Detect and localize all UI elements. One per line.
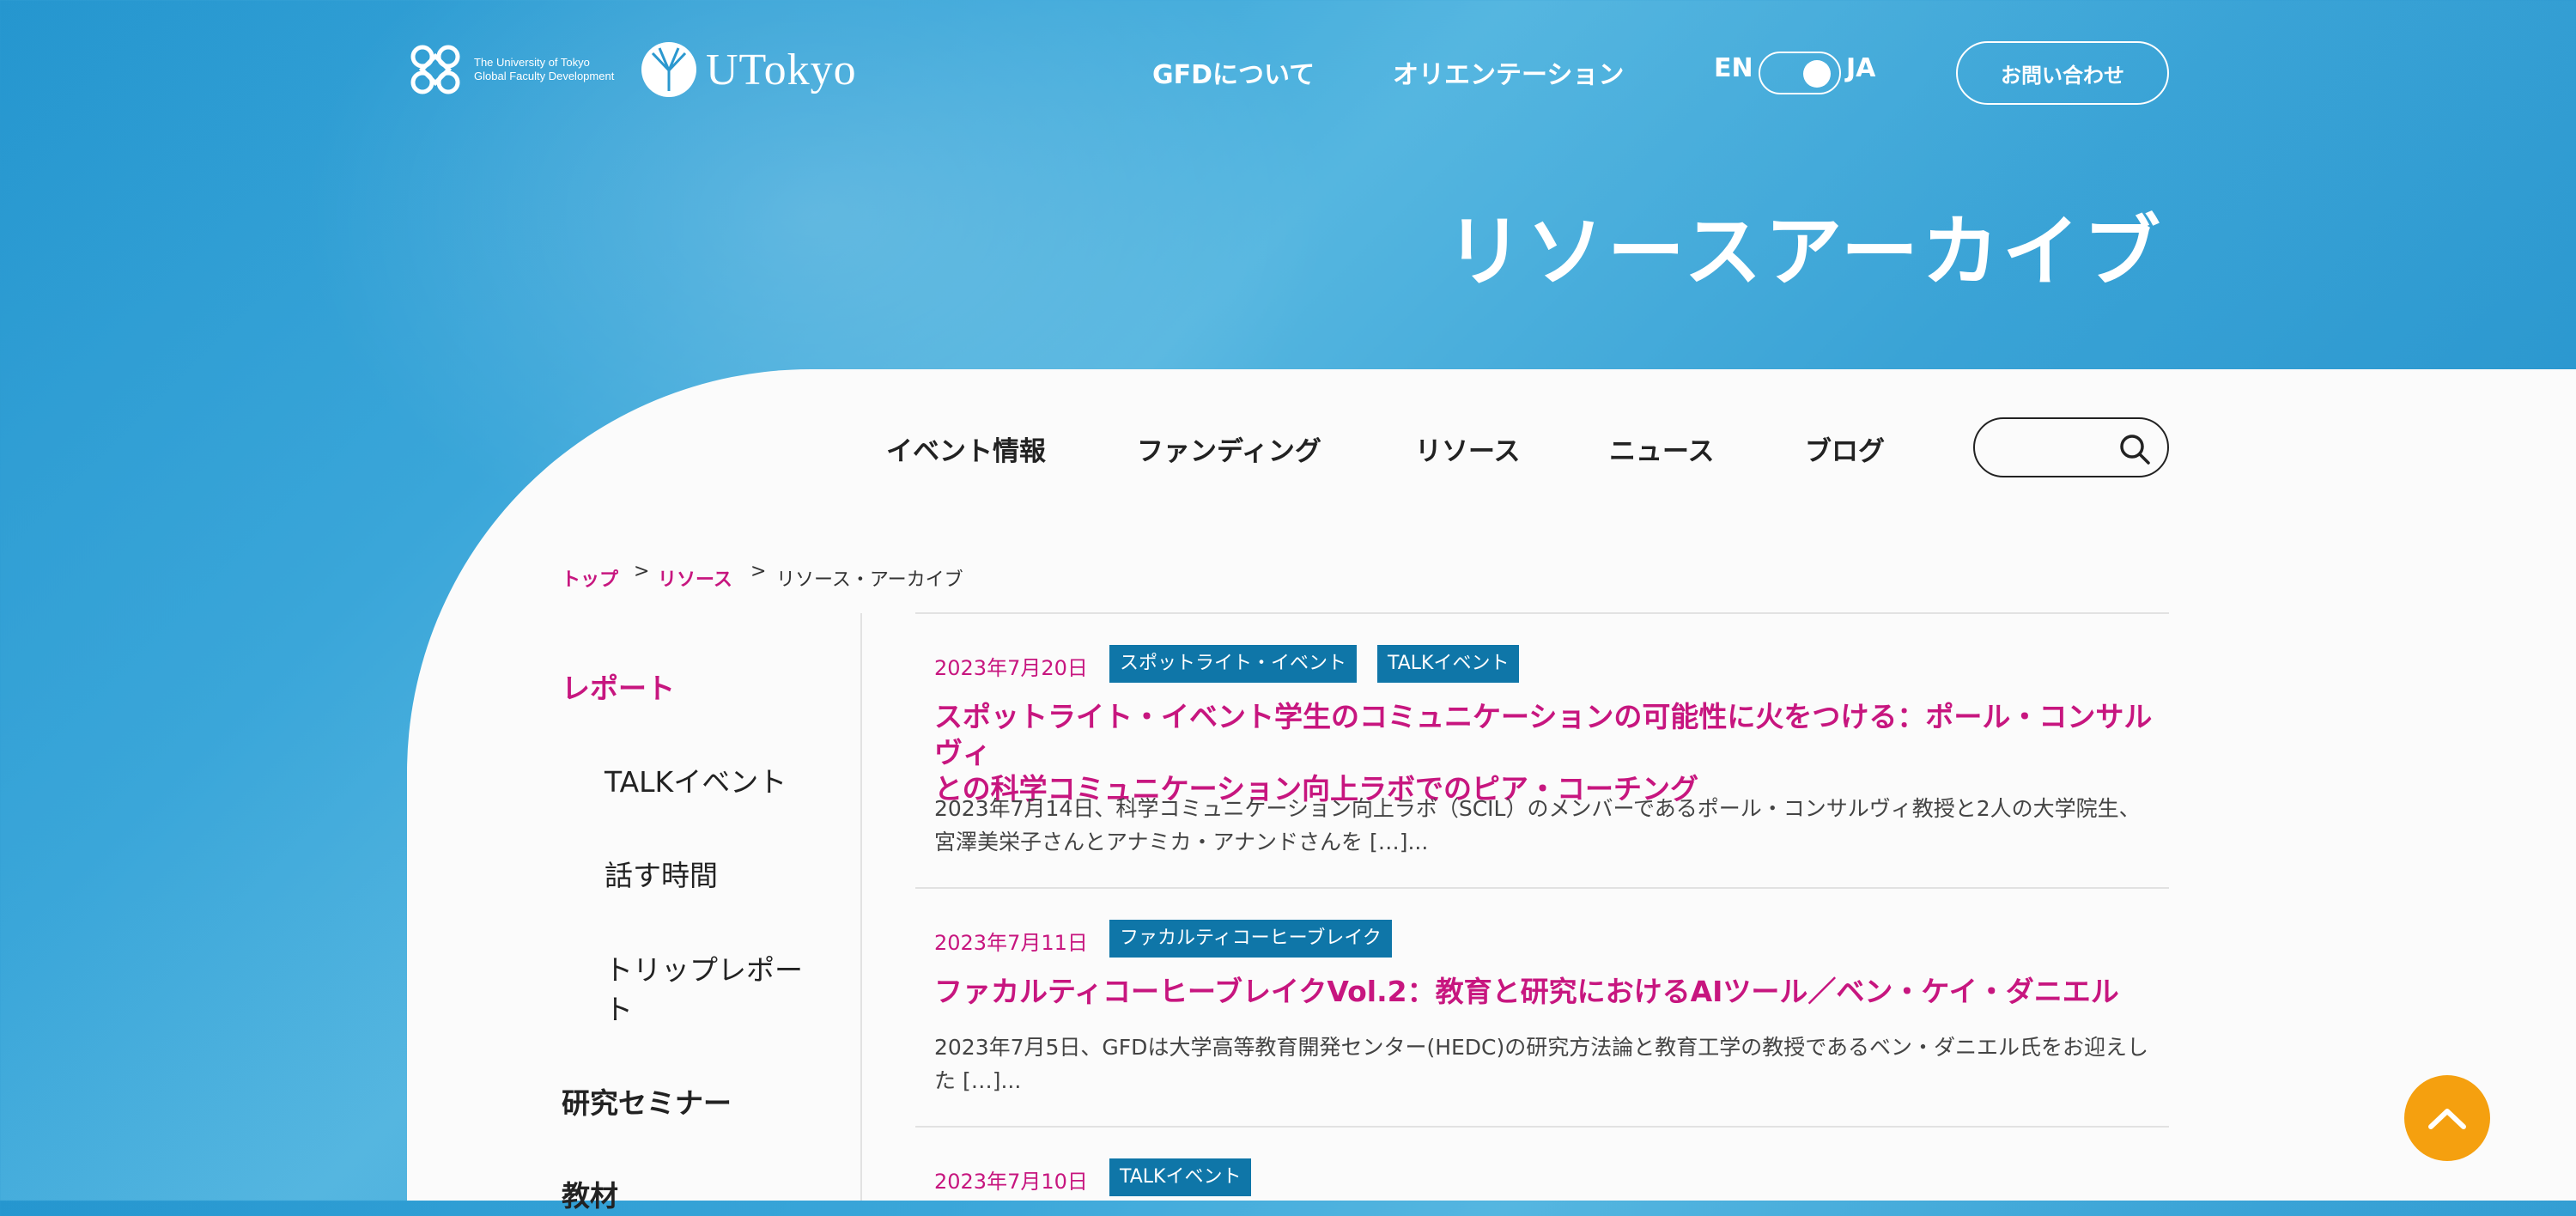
post-excerpt-line: 2023年7月5日、GFDは大学高等教育開発センター(HEDC)の研究方法論と教… [934, 1035, 2148, 1060]
lang-ja[interactable]: JA [1846, 53, 1875, 83]
post-excerpt: 2023年7月14日、科学コミュニケーション向上ラボ（SCIL）のメンバーである… [934, 792, 2171, 859]
search-input[interactable] [1973, 417, 2169, 477]
post-excerpt-line: 2023年7月14日、科学コミュニケーション向上ラボ（SCIL）のメンバーである… [934, 796, 2141, 821]
breadcrumb-separator: > [750, 561, 767, 582]
post-date: 2023年7月20日 [934, 656, 1088, 680]
post-title-line: ファカルティコーヒーブレイクVol.2：教育と研究におけるAIツール／ベン・ケイ… [934, 975, 2119, 1008]
breadcrumb-item: リソース [658, 564, 732, 592]
search-icon[interactable] [2117, 432, 2152, 466]
language-toggle-knob [1803, 60, 1831, 88]
utokyo-logo[interactable]: UTokyo [641, 41, 857, 98]
sidebar-item-trip-report[interactable]: トリップレポート [605, 951, 811, 1030]
mainnav-blog[interactable]: ブログ [1805, 429, 1885, 468]
mainnav-news[interactable]: ニュース [1609, 429, 1714, 468]
gfd-logo-icon [410, 45, 460, 94]
gfd-logo-line2: Global Faculty Development [474, 70, 615, 82]
list-divider [915, 887, 2169, 889]
post-tag[interactable]: TALKイベント [1377, 645, 1520, 683]
post-excerpt: 2023年7月5日、GFDは大学高等教育開発センター(HEDC)の研究方法論と教… [934, 1031, 2171, 1097]
post-excerpt-line: た […]... [934, 1068, 1022, 1093]
post-excerpt-line: 宮澤美栄子さんとアナミカ・アナンドさんを […]... [934, 830, 1429, 854]
breadcrumb-resources[interactable]: リソース [658, 569, 732, 591]
list-divider [915, 1126, 2169, 1128]
sidebar-item-report[interactable]: レポート [562, 669, 675, 708]
list-divider [915, 612, 2169, 614]
post-title-line: スポットライト・イベント学生のコミュニケーションの可能性に火をつける：ポール・コ… [934, 700, 2153, 769]
post-date: 2023年7月10日 [934, 1170, 1088, 1194]
back-to-top-button[interactable] [2404, 1075, 2490, 1161]
topnav-about-gfd[interactable]: GFDについて [1152, 53, 1315, 91]
contact-button[interactable]: お問い合わせ [1956, 41, 2169, 105]
post-title[interactable]: ファカルティコーヒーブレイクVol.2：教育と研究におけるAIツール／ベン・ケイ… [934, 974, 2171, 1010]
post-tag[interactable]: ファカルティコーヒーブレイク [1109, 920, 1392, 958]
sidebar-item-materials[interactable]: 教材 [562, 1176, 618, 1216]
mainnav-resources[interactable]: リソース [1415, 429, 1520, 468]
post-tag[interactable]: TALKイベント [1109, 1158, 1252, 1196]
post-date: 2023年7月11日 [934, 931, 1088, 955]
breadcrumb-top[interactable]: トップ [562, 569, 618, 591]
topnav-orientation[interactable]: オリエンテーション [1393, 53, 1624, 91]
breadcrumb: トップ [562, 564, 618, 592]
sidebar-divider [860, 613, 862, 1201]
gfd-logo-line1: The University of Tokyo [474, 56, 590, 69]
sidebar-item-talking-time[interactable]: 話す時間 [605, 856, 718, 896]
gfd-logo[interactable]: The University of Tokyo Global Faculty D… [407, 41, 614, 98]
breadcrumb-separator: > [634, 561, 650, 582]
page-title: リソースアーカイブ [1445, 207, 2164, 297]
language-toggle[interactable] [1759, 52, 1841, 94]
utokyo-wordmark: UTokyo [706, 45, 857, 94]
mainnav-funding[interactable]: ファンディング [1137, 429, 1321, 468]
sidebar-item-talk-events[interactable]: TALKイベント [605, 763, 787, 802]
breadcrumb-current: リソース・アーカイブ [776, 569, 963, 591]
chevron-up-icon [2428, 1109, 2466, 1129]
post-tag[interactable]: スポットライト・イベント [1109, 645, 1358, 683]
ginkgo-leaf-icon [641, 42, 696, 97]
sidebar-item-research-seminar[interactable]: 研究セミナー [562, 1084, 732, 1123]
lang-en[interactable]: EN [1714, 53, 1753, 83]
mainnav-events[interactable]: イベント情報 [886, 429, 1046, 468]
